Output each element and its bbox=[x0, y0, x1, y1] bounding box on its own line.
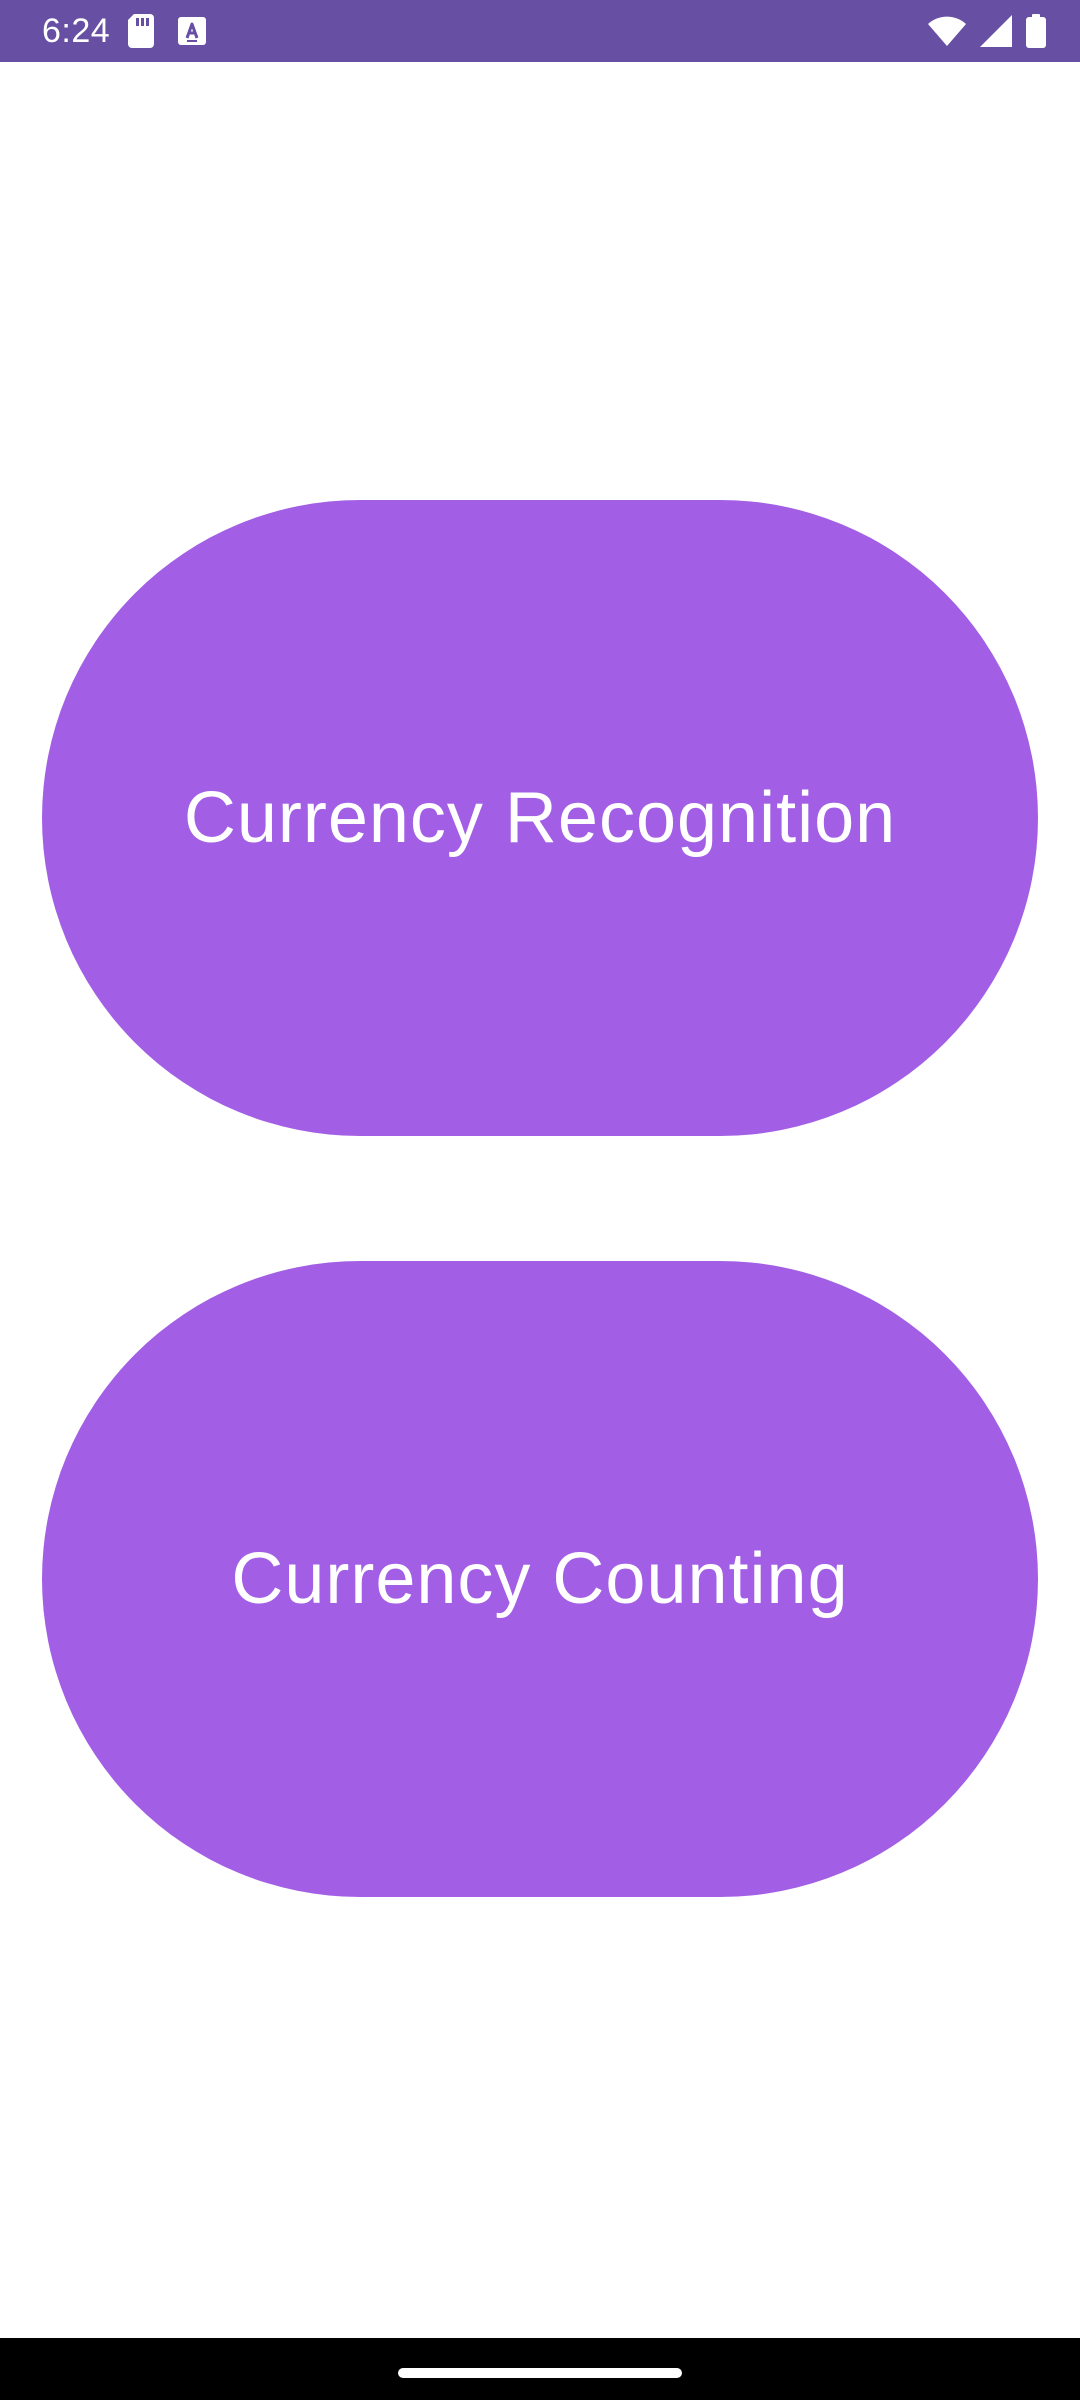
currency-recognition-label: Currency Recognition bbox=[183, 778, 897, 858]
cellular-signal-icon bbox=[980, 15, 1012, 47]
battery-icon bbox=[1026, 14, 1046, 48]
currency-recognition-button[interactable]: Currency Recognition bbox=[42, 500, 1038, 1136]
status-bar: 6:24 bbox=[0, 0, 1080, 62]
currency-counting-label: Currency Counting bbox=[231, 1539, 849, 1619]
home-gesture-handle[interactable] bbox=[398, 2368, 682, 2378]
main-content: Currency Recognition Currency Counting bbox=[0, 62, 1080, 2338]
currency-counting-button[interactable]: Currency Counting bbox=[42, 1261, 1038, 1897]
status-left-icons bbox=[128, 14, 206, 48]
text-a-icon bbox=[178, 17, 206, 45]
sd-card-icon bbox=[128, 14, 154, 48]
wifi-icon bbox=[928, 16, 966, 46]
status-time: 6:24 bbox=[42, 12, 111, 50]
navigation-bar bbox=[0, 2338, 1080, 2400]
status-right-icons bbox=[928, 14, 1046, 48]
